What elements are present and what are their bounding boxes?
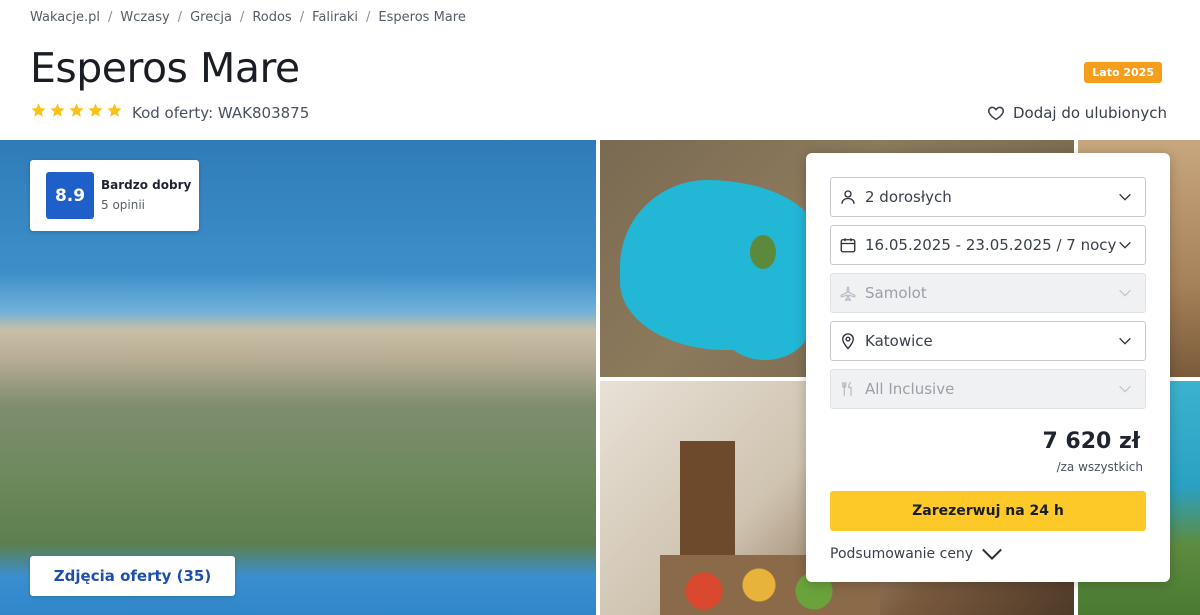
breadcrumb-separator: / [108, 10, 113, 25]
breadcrumb-separator: / [239, 10, 245, 25]
favorites-label: Dodaj do ulubionych [1012, 104, 1167, 122]
board-value: All Inclusive [865, 380, 955, 398]
breadcrumb-separator: / [299, 10, 305, 25]
plane-icon [840, 286, 856, 302]
travelers-select[interactable]: 2 dorosłych [830, 177, 1146, 217]
chevron-down-icon [1119, 289, 1131, 297]
chevron-down-icon [982, 548, 1002, 561]
dates-value: 16.05.2025 - 23.05.2025 / 7 nocy [865, 236, 1117, 254]
rating-card[interactable]: 8.9 Bardzo dobry 5 opinii [30, 160, 199, 231]
calendar-icon [840, 238, 856, 253]
star-icon [107, 103, 122, 117]
cutlery-icon [842, 381, 852, 396]
heart-icon [987, 106, 1004, 121]
star-rating [30, 102, 123, 119]
star-icon [31, 103, 46, 117]
price-summary-label: Podsumowanie ceny [830, 546, 974, 562]
departure-select[interactable]: Katowice [830, 321, 1146, 361]
pool-island [750, 235, 776, 269]
transport-value: Samolot [865, 284, 927, 302]
breadcrumb-link-wczasy[interactable]: Wczasy [120, 10, 169, 25]
transport-select: Samolot [830, 273, 1146, 313]
reviews-count: 5 opinii [101, 198, 146, 212]
total-price: 7 620 zł [1042, 429, 1140, 454]
rating-label: Bardzo dobry [101, 178, 192, 192]
hotel-title: Esperos Mare [30, 44, 300, 92]
breadcrumb-link-wakacje[interactable]: Wakacje.pl [30, 10, 100, 25]
season-badge: Lato 2025 [1084, 62, 1162, 83]
breadcrumb: Wakacje.pl / Wczasy / Grecja / Rodos / F… [30, 10, 466, 25]
star-icon [69, 103, 84, 117]
price-note: /za wszystkich [1056, 460, 1143, 474]
breadcrumb-link-faliraki[interactable]: Faliraki [312, 10, 358, 25]
chevron-down-icon [1119, 337, 1131, 345]
rating-score: 8.9 [46, 172, 94, 219]
person-icon [841, 190, 855, 204]
photo-shelf [680, 441, 735, 561]
breadcrumb-link-rodos[interactable]: Rodos [252, 10, 291, 25]
pool-shape [720, 290, 810, 360]
star-icon [50, 103, 65, 117]
offer-photos-button[interactable]: Zdjęcia oferty (35) [30, 556, 235, 596]
chevron-down-icon [1119, 241, 1131, 249]
chevron-down-icon [1119, 193, 1131, 201]
breadcrumb-separator: / [177, 10, 183, 25]
breadcrumb-link-grecja[interactable]: Grecja [190, 10, 232, 25]
chevron-down-icon [1119, 385, 1131, 393]
price-summary-toggle[interactable]: Podsumowanie ceny [830, 546, 1003, 562]
reserve-button[interactable]: Zarezerwuj na 24 h [830, 491, 1146, 531]
add-to-favorites-button[interactable]: Dodaj do ulubionych [987, 104, 1167, 122]
star-icon [88, 103, 103, 117]
dates-select[interactable]: 16.05.2025 - 23.05.2025 / 7 nocy [830, 225, 1146, 265]
booking-panel: 2 dorosłych 16.05.2025 - 23.05.2025 / 7 … [806, 153, 1170, 582]
departure-value: Katowice [865, 332, 933, 350]
offer-code: Kod oferty: WAK803875 [132, 104, 310, 122]
breadcrumb-current: Esperos Mare [378, 10, 466, 25]
breadcrumb-separator: / [366, 10, 371, 25]
travelers-value: 2 dorosłych [865, 188, 952, 206]
map-pin-icon [842, 333, 854, 350]
board-select: All Inclusive [830, 369, 1146, 409]
